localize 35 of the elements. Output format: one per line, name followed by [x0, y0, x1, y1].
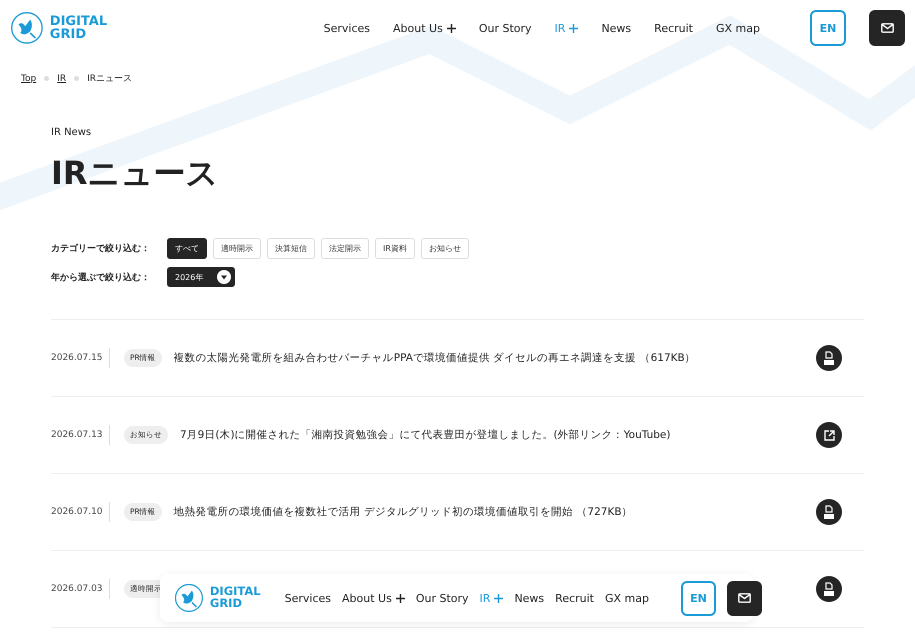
page-subtitle: IR News [51, 127, 92, 138]
nav-link[interactable]: GX map [605, 592, 649, 604]
category-filter[interactable]: IR資料 [375, 238, 415, 259]
nav-link[interactable]: Services [324, 22, 370, 34]
news-title[interactable]: 複数の太陽光発電所を組み合わせバーチャルPPAで環境価値提供 ダイセルの再エネ調達を支援 （617KB） [174, 351, 696, 365]
nav-link[interactable]: Our Story [478, 22, 532, 34]
nav-link[interactable]: GX map [716, 22, 760, 34]
nav-link[interactable]: Recruit [654, 22, 693, 34]
filter-label: カテゴリーで絞り込む： [51, 242, 151, 255]
logo-text: DIGITAL GRID [210, 586, 261, 610]
category-filter[interactable]: すべて [167, 238, 207, 259]
logo-text: DIGITAL GRID [50, 14, 108, 41]
breadcrumb-link[interactable]: Top [21, 74, 36, 84]
page-title: IRニュース [51, 153, 220, 194]
nav-link[interactable]: About Us [393, 22, 456, 34]
news-title[interactable]: 地熱発電所の環境価値を複数社で活用 デジタルグリッド初の環境価値取引を開始 （727KB） [174, 505, 633, 519]
nav-link[interactable]: Services [284, 592, 332, 604]
news-date: 2026.07.15 [51, 348, 110, 368]
news-date: 2026.07.13 [51, 425, 110, 445]
news-date: 2026.07.03 [51, 579, 110, 599]
nav-link[interactable]: Recruit [555, 592, 594, 604]
nav-link[interactable]: About Us [342, 592, 405, 604]
filter-label: 年から選ぶで絞り込む： [51, 271, 151, 284]
news-date: 2026.07.10 [51, 502, 110, 522]
nav-link[interactable]: News [514, 592, 544, 604]
nav-link[interactable]: News [601, 22, 632, 34]
nav-link[interactable]: Our Story [416, 592, 469, 604]
category-filter[interactable]: 法定開示 [321, 238, 369, 259]
category-filter[interactable]: 適時開示 [213, 238, 261, 259]
current-page-label: IRニュース [87, 73, 132, 85]
breadcrumb-link[interactable]: IR [57, 74, 66, 84]
category-filter[interactable]: お知らせ [420, 238, 469, 259]
news-title[interactable]: 7月9日(木)に開催された「湘南投資勉強会」にて代表豊田が登壇しました。(外部リンク：YouTube) [180, 428, 670, 442]
year-select[interactable]: 2026年 [167, 267, 236, 287]
category-filter[interactable]: 決算短信 [267, 238, 315, 259]
